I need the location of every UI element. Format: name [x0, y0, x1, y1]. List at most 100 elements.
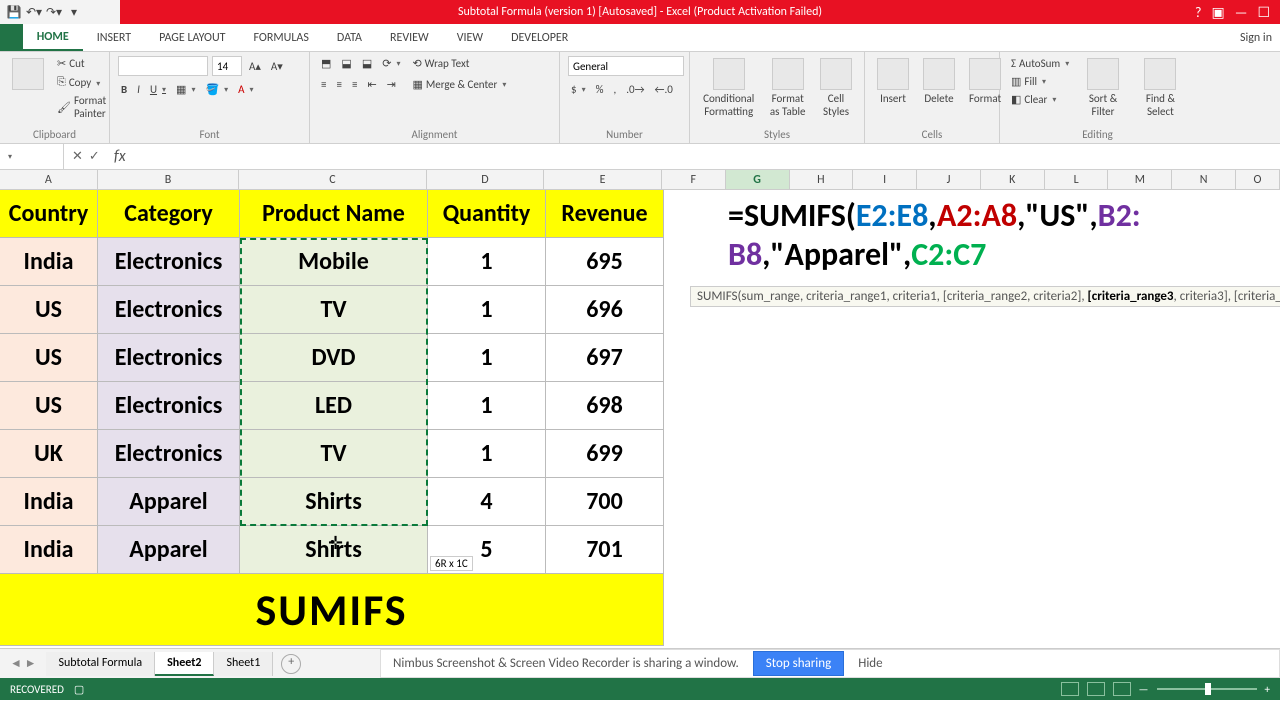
- table-cell[interactable]: US: [0, 334, 98, 382]
- table-cell[interactable]: UK: [0, 430, 98, 478]
- table-cell[interactable]: Electronics: [98, 382, 240, 430]
- undo-icon[interactable]: ↶▾: [26, 4, 42, 20]
- font-size-select[interactable]: [212, 56, 242, 76]
- table-cell[interactable]: Electronics: [98, 430, 240, 478]
- copy-button[interactable]: ⎘Copy: [54, 74, 109, 90]
- wrap-text-button[interactable]: ⟲Wrap Text: [409, 56, 509, 71]
- number-format-select[interactable]: [568, 56, 684, 76]
- merge-center-button[interactable]: ▦Merge & Center: [409, 77, 509, 92]
- table-cell[interactable]: Apparel: [98, 526, 240, 574]
- table-cell[interactable]: 1: [428, 430, 546, 478]
- table-cell[interactable]: 695: [546, 238, 664, 286]
- increase-decimal-icon[interactable]: .0→: [623, 82, 647, 97]
- tab-data[interactable]: DATA: [323, 24, 376, 51]
- align-center-icon[interactable]: ≡: [333, 77, 344, 92]
- table-cell[interactable]: India: [0, 526, 98, 574]
- worksheet-grid[interactable]: ABCDEFGHIJKLMNO CountryCategoryProduct N…: [0, 170, 1280, 648]
- table-cell[interactable]: Shirts: [240, 526, 428, 574]
- minimize-icon[interactable]: —: [1235, 4, 1248, 21]
- fill-button[interactable]: ▥Fill: [1008, 74, 1072, 89]
- table-cell[interactable]: Shirts: [240, 478, 428, 526]
- table-cell[interactable]: Electronics: [98, 286, 240, 334]
- col-header-K[interactable]: K: [981, 170, 1045, 189]
- table-cell[interactable]: US: [0, 382, 98, 430]
- col-header-N[interactable]: N: [1172, 170, 1236, 189]
- italic-button[interactable]: I: [134, 82, 143, 97]
- decrease-decimal-icon[interactable]: ←.0: [652, 82, 676, 97]
- table-cell[interactable]: TV: [240, 286, 428, 334]
- table-header[interactable]: Quantity: [428, 190, 546, 238]
- comma-icon[interactable]: ,: [610, 82, 619, 97]
- table-cell[interactable]: LED: [240, 382, 428, 430]
- redo-icon[interactable]: ↷▾: [46, 4, 62, 20]
- font-color-button[interactable]: A: [235, 82, 256, 97]
- col-header-C[interactable]: C: [239, 170, 426, 189]
- view-page-layout-icon[interactable]: [1087, 682, 1105, 696]
- table-cell[interactable]: Electronics: [98, 334, 240, 382]
- table-cell[interactable]: TV: [240, 430, 428, 478]
- format-painter-button[interactable]: 🖌Format Painter: [54, 93, 109, 121]
- ribbon-options-icon[interactable]: ▣: [1212, 4, 1225, 21]
- sign-in-link[interactable]: Sign in: [1240, 31, 1280, 45]
- table-cell[interactable]: 4: [428, 478, 546, 526]
- tab-insert[interactable]: INSERT: [83, 24, 145, 51]
- enter-formula-icon[interactable]: ✓: [89, 149, 100, 164]
- increase-font-icon[interactable]: A▴: [246, 59, 264, 74]
- align-middle-icon[interactable]: ⬓: [338, 56, 354, 71]
- file-tab[interactable]: [0, 24, 23, 51]
- align-top-icon[interactable]: ⬒: [318, 56, 334, 71]
- help-icon[interactable]: ?: [1195, 4, 1202, 21]
- find-select-button[interactable]: Find & Select: [1134, 56, 1187, 120]
- save-icon[interactable]: 💾: [6, 4, 22, 20]
- cut-button[interactable]: ✂Cut: [54, 56, 109, 71]
- delete-cells-button[interactable]: Delete: [919, 56, 959, 107]
- align-right-icon[interactable]: ≡: [349, 77, 360, 92]
- table-cell[interactable]: Mobile: [240, 238, 428, 286]
- col-header-B[interactable]: B: [98, 170, 240, 189]
- tab-view[interactable]: VIEW: [443, 24, 497, 51]
- table-cell[interactable]: DVD: [240, 334, 428, 382]
- table-header[interactable]: Revenue: [546, 190, 664, 238]
- paste-button[interactable]: [8, 56, 48, 92]
- table-header[interactable]: Category: [98, 190, 240, 238]
- col-header-E[interactable]: E: [544, 170, 662, 189]
- col-header-H[interactable]: H: [790, 170, 854, 189]
- fill-color-button[interactable]: 🪣: [202, 82, 231, 97]
- col-header-J[interactable]: J: [917, 170, 981, 189]
- sheet-tab[interactable]: Subtotal Formula: [46, 652, 155, 676]
- table-header[interactable]: Country: [0, 190, 98, 238]
- table-cell[interactable]: 696: [546, 286, 664, 334]
- qat-more-icon[interactable]: ▾: [66, 4, 82, 20]
- conditional-formatting-button[interactable]: Conditional Formatting: [698, 56, 759, 120]
- table-cell[interactable]: 698: [546, 382, 664, 430]
- view-page-break-icon[interactable]: [1113, 682, 1131, 696]
- stop-sharing-button[interactable]: Stop sharing: [753, 651, 844, 676]
- zoom-in-icon[interactable]: +: [1265, 683, 1270, 696]
- orientation-icon[interactable]: ⟳: [379, 56, 403, 71]
- table-cell[interactable]: 1: [428, 238, 546, 286]
- sheet-nav-arrows[interactable]: ◄ ►: [0, 656, 46, 671]
- align-bottom-icon[interactable]: ⬓: [359, 56, 375, 71]
- view-normal-icon[interactable]: [1061, 682, 1079, 696]
- table-cell[interactable]: 1: [428, 382, 546, 430]
- cell-styles-button[interactable]: Cell Styles: [816, 56, 856, 120]
- bold-button[interactable]: B: [118, 82, 130, 97]
- add-sheet-button[interactable]: +: [281, 654, 301, 674]
- table-header[interactable]: Product Name: [240, 190, 428, 238]
- zoom-slider[interactable]: [1157, 688, 1257, 690]
- table-cell[interactable]: US: [0, 286, 98, 334]
- cancel-formula-icon[interactable]: ✕: [72, 149, 83, 164]
- table-cell[interactable]: India: [0, 238, 98, 286]
- tab-developer[interactable]: DEVELOPER: [497, 24, 582, 51]
- table-cell[interactable]: 700: [546, 478, 664, 526]
- col-header-F[interactable]: F: [662, 170, 726, 189]
- format-as-table-button[interactable]: Format as Table: [765, 56, 810, 120]
- macro-record-icon[interactable]: ▢: [74, 683, 84, 696]
- table-cell[interactable]: 1: [428, 334, 546, 382]
- table-cell[interactable]: India: [0, 478, 98, 526]
- increase-indent-icon[interactable]: ⇥: [384, 77, 399, 92]
- underline-button[interactable]: U: [147, 82, 169, 97]
- col-header-M[interactable]: M: [1108, 170, 1172, 189]
- table-cell[interactable]: Electronics: [98, 238, 240, 286]
- decrease-indent-icon[interactable]: ⇤: [364, 77, 379, 92]
